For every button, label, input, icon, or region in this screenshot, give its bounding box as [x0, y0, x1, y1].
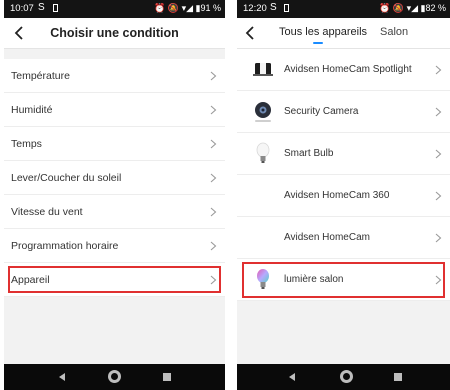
condition-item[interactable]: Appareil [4, 263, 225, 297]
condition-item[interactable]: Lever/Coucher du soleil [4, 161, 225, 195]
chevron-right-icon [210, 71, 217, 80]
color-bulb-icon [251, 267, 275, 293]
tab-all-devices[interactable]: Tous les appareils [279, 26, 367, 38]
chevron-right-icon [435, 275, 442, 284]
device-item-label: Security Camera [284, 106, 359, 117]
condition-item-label: Vitesse du vent [11, 205, 83, 218]
device-item[interactable]: Smart Bulb [237, 133, 450, 175]
chevron-right-icon [435, 149, 442, 158]
chevron-right-icon [210, 207, 217, 216]
condition-item[interactable]: Température [4, 59, 225, 93]
chevron-right-icon [435, 107, 442, 116]
device-item[interactable]: lumière salon [237, 259, 450, 301]
nav-recent-apps-icon[interactable] [394, 373, 402, 381]
condition-item[interactable]: Humidité [4, 93, 225, 127]
device-item[interactable]: Avidsen HomeCam [237, 217, 450, 259]
notification-icon [53, 4, 58, 12]
status-time: 12:20 [243, 3, 267, 14]
status-indicators: ⏰ 🔕 ▾◢ ▮82 % [379, 3, 446, 13]
condition-item[interactable]: Programmation horaire [4, 229, 225, 263]
device-item-label: Avidsen HomeCam [284, 232, 370, 243]
chevron-right-icon [210, 105, 217, 114]
nav-recent-apps-icon[interactable] [163, 373, 171, 381]
device-tabs-header: Tous les appareils Salon [237, 18, 450, 49]
status-indicators: ⏰ 🔕 ▾◢ ▮91 % [154, 3, 221, 13]
chevron-right-icon [210, 275, 217, 284]
page-title: Choisir une condition [50, 26, 179, 40]
device-item-label: lumière salon [284, 274, 344, 285]
device-item-label: Smart Bulb [284, 148, 334, 159]
nav-back-icon[interactable] [59, 373, 65, 381]
s-notification-icon: S [38, 2, 45, 13]
status-bar: 12:20 S ⏰ 🔕 ▾◢ ▮82 % [237, 0, 450, 18]
security-camera-icon [251, 99, 275, 125]
device-item[interactable]: Avidsen HomeCam 360 [237, 175, 450, 217]
condition-item-label: Temps [11, 137, 42, 150]
android-nav-bar [4, 364, 225, 390]
left-phone-screen: 10:07 S ⏰ 🔕 ▾◢ ▮91 % Choisir une conditi… [4, 0, 225, 390]
light-bulb-icon [251, 141, 275, 167]
nav-home-icon[interactable] [340, 370, 353, 383]
status-time: 10:07 [10, 3, 34, 14]
notification-icon [284, 4, 289, 12]
chevron-right-icon [210, 173, 217, 182]
spotlight-camera-icon [251, 57, 275, 83]
nav-back-icon[interactable] [289, 373, 295, 381]
chevron-right-icon [435, 191, 442, 200]
condition-item-label: Programmation horaire [11, 239, 119, 252]
active-tab-indicator [313, 42, 323, 44]
condition-item-label: Humidité [11, 103, 53, 116]
chevron-right-icon [210, 241, 217, 250]
condition-item-label: Appareil [11, 273, 50, 286]
condition-list: Température Humidité Temps Lever/Coucher du… [4, 59, 225, 297]
condition-item-label: Lever/Coucher du soleil [11, 171, 122, 184]
device-item[interactable]: Security Camera [237, 91, 450, 133]
s-notification-icon: S [270, 2, 277, 13]
android-nav-bar [237, 364, 450, 390]
device-item-label: Avidsen HomeCam 360 [284, 190, 390, 201]
chevron-right-icon [435, 233, 442, 242]
device-list: Avidsen HomeCam Spotlight Security Camera… [237, 49, 450, 301]
chevron-right-icon [435, 65, 442, 74]
chevron-right-icon [210, 139, 217, 148]
condition-item-label: Température [11, 69, 70, 82]
condition-item[interactable]: Vitesse du vent [4, 195, 225, 229]
back-arrow-icon[interactable] [241, 23, 261, 43]
status-bar: 10:07 S ⏰ 🔕 ▾◢ ▮91 % [4, 0, 225, 18]
tab-salon[interactable]: Salon [380, 26, 408, 38]
device-item[interactable]: Avidsen HomeCam Spotlight [237, 49, 450, 91]
nav-home-icon[interactable] [108, 370, 121, 383]
device-item-label: Avidsen HomeCam Spotlight [284, 64, 412, 75]
app-header: Choisir une condition [4, 18, 225, 49]
right-phone-screen: 12:20 S ⏰ 🔕 ▾◢ ▮82 % Tous les appareils … [237, 0, 450, 390]
condition-item[interactable]: Temps [4, 127, 225, 161]
